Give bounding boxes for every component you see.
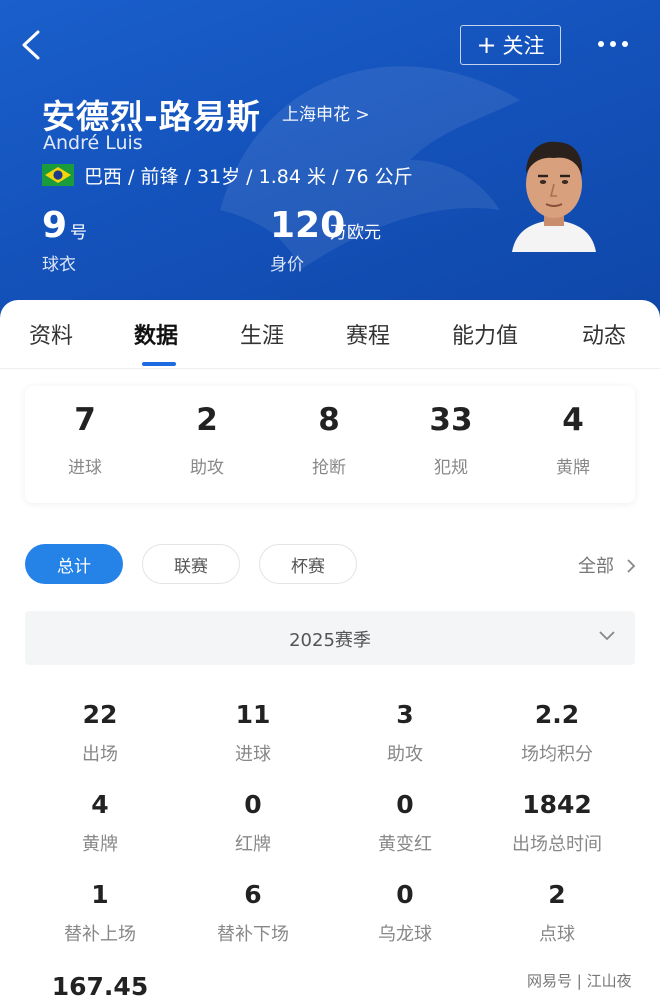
shirt-label: 球衣 <box>42 255 76 275</box>
tab-schedule[interactable]: 赛程 <box>346 318 390 350</box>
tab-career[interactable]: 生涯 <box>240 318 284 350</box>
stat-label: 黄牌 <box>82 834 118 855</box>
stat-value: 6 <box>244 880 262 909</box>
summary-value: 33 <box>429 402 473 438</box>
stat-label: 替补下场 <box>217 924 289 945</box>
tab-profile[interactable]: 资料 <box>29 318 73 350</box>
summary-label: 黄牌 <box>556 458 590 478</box>
player-name-en: André Luis <box>43 132 143 154</box>
divider <box>0 368 660 369</box>
summary-label: 犯规 <box>434 458 468 478</box>
filter-league[interactable]: 联赛 <box>142 544 240 584</box>
tab-ability[interactable]: 能力值 <box>452 318 518 350</box>
stat-value: 167.45 <box>51 972 149 999</box>
stat-value: 2 <box>548 880 566 909</box>
all-label: 全部 <box>578 556 614 577</box>
shirt-unit: 号 <box>70 223 87 243</box>
shirt-number: 9 <box>42 205 68 246</box>
tab-news[interactable]: 动态 <box>582 318 626 350</box>
filter-total[interactable]: 总计 <box>25 544 123 584</box>
player-info: 巴西 / 前锋 / 31岁 / 1.84 米 / 76 公斤 <box>84 166 413 188</box>
summary-label: 助攻 <box>190 458 224 478</box>
market-value-unit: 万欧元 <box>330 223 381 243</box>
stat-value: 0 <box>396 790 414 819</box>
stat-value: 2.2 <box>534 700 580 729</box>
stat-value: 1 <box>91 880 109 909</box>
stat-label: 出场总时间 <box>512 834 602 855</box>
stat-label: 红牌 <box>235 834 271 855</box>
stat-label: 乌龙球 <box>378 924 432 945</box>
content-panel: 资料 数据 生涯 赛程 能力值 动态 7 进球 2 助攻 8 抢断 33 犯规 … <box>0 300 660 999</box>
filter-cup[interactable]: 杯赛 <box>259 544 357 584</box>
player-header: + 关注 安德烈-路易斯 上海申花 > André Luis 巴西 / 前锋 /… <box>0 0 660 320</box>
brazil-flag-icon <box>42 164 74 186</box>
plus-icon: + <box>476 31 497 59</box>
stat-label: 黄变红 <box>378 834 432 855</box>
active-tab-indicator <box>142 362 176 366</box>
stat-label: 场均积分 <box>521 744 593 765</box>
stat-label: 助攻 <box>387 744 423 765</box>
stat-label: 替补上场 <box>64 924 136 945</box>
tab-bar: 资料 数据 生涯 赛程 能力值 动态 <box>0 300 660 368</box>
summary-value: 2 <box>196 402 218 438</box>
stat-value: 22 <box>82 700 118 729</box>
stat-value: 4 <box>91 790 109 819</box>
follow-button[interactable]: + 关注 <box>460 25 561 65</box>
stat-label: 点球 <box>539 924 575 945</box>
more-menu-icon[interactable] <box>598 32 638 56</box>
summary-card: 7 进球 2 助攻 8 抢断 33 犯规 4 黄牌 <box>25 386 635 503</box>
all-link[interactable]: 全部 <box>578 552 636 578</box>
stat-value: 1842 <box>522 790 592 819</box>
watermark-text: 网易号 | 江山夜 <box>527 972 632 990</box>
summary-value: 8 <box>318 402 340 438</box>
summary-value: 7 <box>74 402 96 438</box>
player-avatar <box>512 141 596 252</box>
season-select[interactable]: 2025赛季 <box>25 611 635 665</box>
follow-label: 关注 <box>502 34 545 58</box>
market-value-label: 身价 <box>270 255 304 275</box>
chevron-right-icon <box>627 559 636 573</box>
chevron-down-icon <box>599 631 615 641</box>
summary-value: 4 <box>562 402 584 438</box>
summary-label: 抢断 <box>312 458 346 478</box>
season-label: 2025赛季 <box>289 630 371 651</box>
back-arrow-icon[interactable] <box>18 28 48 62</box>
stat-label: 出场 <box>82 744 118 765</box>
summary-label: 进球 <box>68 458 102 478</box>
stat-label: 进球 <box>235 744 271 765</box>
player-name-cn: 安德烈-路易斯 <box>42 97 261 136</box>
club-link[interactable]: 上海申花 > <box>282 100 370 125</box>
stat-value: 0 <box>396 880 414 909</box>
stat-value: 3 <box>396 700 414 729</box>
stat-value: 0 <box>244 790 262 819</box>
stat-value: 11 <box>235 700 271 729</box>
tab-stats[interactable]: 数据 <box>134 318 178 350</box>
